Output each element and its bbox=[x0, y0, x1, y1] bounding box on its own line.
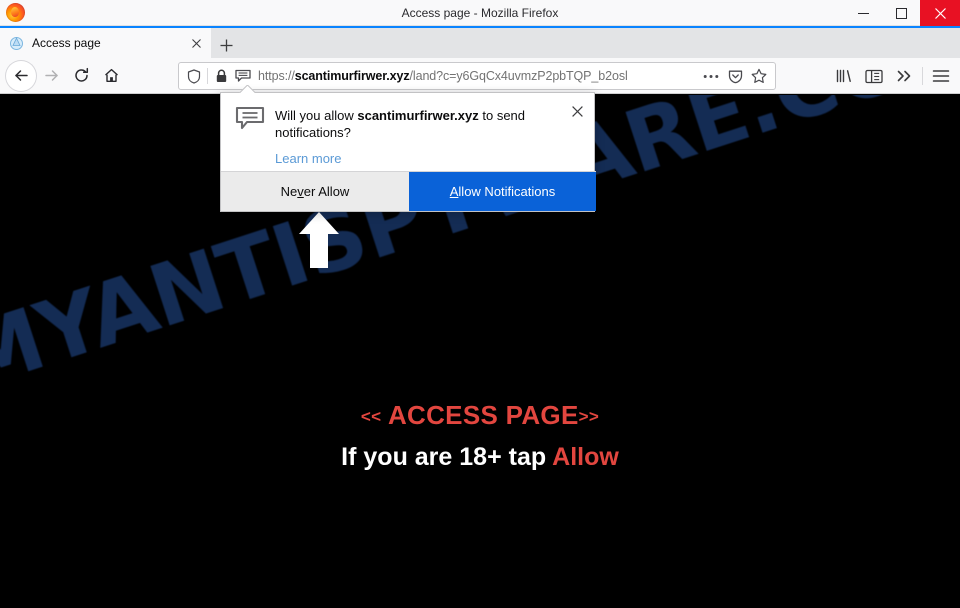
question-host: scantimurfirwer.xyz bbox=[357, 108, 479, 123]
tab-close-icon[interactable] bbox=[187, 34, 205, 52]
sidebar-icon[interactable] bbox=[859, 61, 889, 91]
heading-close-chevrons: >> bbox=[578, 407, 600, 426]
hamburger-menu-icon[interactable] bbox=[926, 61, 956, 91]
bookmark-star-icon[interactable] bbox=[747, 64, 771, 88]
url-host: scantimurfirwer.xyz bbox=[294, 69, 410, 83]
question-prefix: Will you allow bbox=[275, 108, 358, 123]
close-button[interactable] bbox=[920, 0, 960, 26]
overflow-chevrons-icon[interactable] bbox=[889, 61, 919, 91]
popup-close-icon[interactable] bbox=[568, 102, 586, 120]
ellipsis-icon[interactable] bbox=[699, 64, 723, 88]
never-allow-pre: Ne bbox=[280, 184, 298, 199]
toolbar-right-buttons bbox=[829, 61, 956, 91]
allow-notifications-button[interactable]: Allow Notifications bbox=[409, 172, 596, 211]
popup-button-row: Ne v er Allow Allow Notifications bbox=[221, 171, 596, 211]
page-title: << ACCESS PAGE>> bbox=[0, 400, 960, 431]
url-scheme: https:// bbox=[258, 69, 295, 83]
white-up-arrow-icon bbox=[298, 212, 340, 268]
window-title-bar: Access page - Mozilla Firefox bbox=[0, 0, 960, 26]
learn-more-link[interactable]: Learn more bbox=[275, 151, 341, 166]
never-allow-button[interactable]: Ne v er Allow bbox=[221, 172, 409, 211]
library-icon[interactable] bbox=[829, 61, 859, 91]
tab-title: Access page bbox=[32, 36, 101, 50]
subtitle-allow-word: Allow bbox=[552, 443, 619, 471]
forward-arrow-icon bbox=[36, 62, 66, 90]
page-subtitle: If you are 18+ tap Allow bbox=[0, 443, 960, 472]
notification-permission-popup: Will you allow scantimurfirwer.xyz to se… bbox=[220, 92, 596, 212]
page-globe-icon bbox=[9, 36, 24, 51]
window-title: Access page - Mozilla Firefox bbox=[401, 6, 559, 20]
tab-access-page[interactable]: Access page bbox=[0, 28, 211, 58]
allow-post: llow Notifications bbox=[458, 184, 556, 199]
popup-tail bbox=[239, 85, 255, 93]
notification-bubble-icon bbox=[235, 106, 265, 132]
minimize-button[interactable] bbox=[844, 0, 882, 26]
home-icon[interactable] bbox=[96, 62, 126, 90]
maximize-button[interactable] bbox=[882, 0, 920, 26]
toolbar-divider bbox=[922, 67, 923, 85]
popup-text-wrap: Will you allow scantimurfirwer.xyz to se… bbox=[275, 106, 580, 172]
subtitle-white-text: If you are 18+ tap bbox=[341, 443, 547, 471]
url-text: https://scantimurfirwer.xyz/land?c=y6GqC… bbox=[254, 69, 699, 83]
firefox-browser-window: Access page - Mozilla Firefox Access pag… bbox=[0, 0, 960, 608]
save-to-pocket-icon[interactable] bbox=[723, 64, 747, 88]
never-allow-post: er Allow bbox=[303, 184, 350, 199]
urlbar-divider bbox=[207, 68, 208, 84]
popup-body: Will you allow scantimurfirwer.xyz to se… bbox=[221, 93, 594, 172]
heading-open-chevrons: << bbox=[360, 407, 382, 426]
heading-text: ACCESS PAGE bbox=[387, 400, 579, 430]
url-action-buttons bbox=[699, 64, 771, 88]
url-path: /land?c=y6GqCx4uvmzP2pbTQP_b2osl bbox=[409, 69, 628, 83]
address-bar[interactable]: https://scantimurfirwer.xyz/land?c=y6GqC… bbox=[178, 62, 776, 90]
notification-permission-icon[interactable] bbox=[232, 65, 254, 87]
allow-accelerator: A bbox=[449, 184, 459, 199]
back-arrow-icon[interactable] bbox=[6, 60, 36, 91]
popup-question: Will you allow scantimurfirwer.xyz to se… bbox=[275, 107, 545, 141]
new-tab-button[interactable] bbox=[213, 33, 239, 57]
tracking-protection-shield-icon[interactable] bbox=[183, 65, 205, 87]
tab-strip: Access page bbox=[0, 26, 960, 58]
reload-icon[interactable] bbox=[66, 62, 96, 90]
window-controls bbox=[844, 0, 960, 26]
https-lock-icon[interactable] bbox=[210, 65, 232, 87]
